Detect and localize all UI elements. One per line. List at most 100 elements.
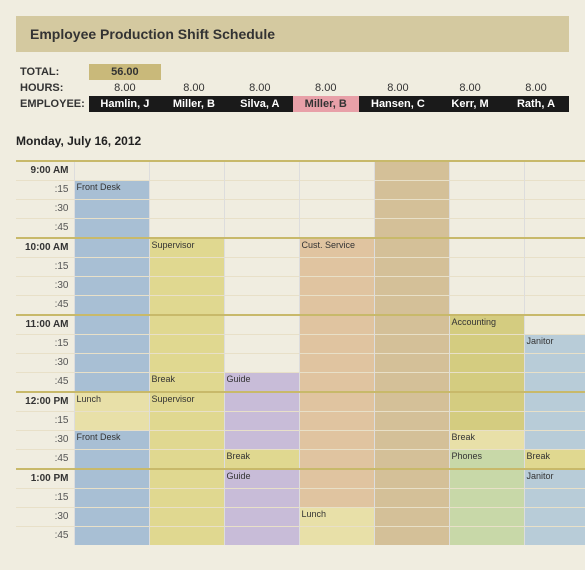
hours-col-2: 8.00 bbox=[161, 80, 227, 96]
grid-cell bbox=[299, 296, 374, 316]
grid-cell bbox=[299, 354, 374, 373]
grid-cell bbox=[449, 527, 524, 546]
grid-cell: Cust. Service bbox=[299, 238, 374, 258]
grid-cell bbox=[374, 469, 449, 489]
table-row: :15 Front Desk bbox=[16, 181, 585, 200]
grid-cell bbox=[149, 469, 224, 489]
grid-cell bbox=[524, 412, 585, 431]
grid-cell bbox=[299, 527, 374, 546]
grid-cell bbox=[299, 219, 374, 239]
hours-col-7: 8.00 bbox=[503, 80, 569, 96]
grid-cell: Phones bbox=[449, 450, 524, 470]
grid-cell bbox=[374, 412, 449, 431]
grid-cell bbox=[224, 335, 299, 354]
grid-cell: Janitor bbox=[524, 335, 585, 354]
hours-col-1: 8.00 bbox=[89, 80, 161, 96]
emp-silva: Silva, A bbox=[227, 96, 293, 112]
time-label: :15 bbox=[16, 181, 74, 200]
grid-cell bbox=[524, 238, 585, 258]
time-label: :30 bbox=[16, 200, 74, 219]
grid-cell bbox=[74, 238, 149, 258]
time-label: 11:00 AM bbox=[16, 315, 74, 335]
grid-cell bbox=[374, 238, 449, 258]
grid-cell bbox=[374, 296, 449, 316]
grid-cell bbox=[524, 219, 585, 239]
grid-cell bbox=[224, 315, 299, 335]
grid-cell bbox=[299, 431, 374, 450]
hours-col-4: 8.00 bbox=[293, 80, 359, 96]
grid-cell bbox=[374, 354, 449, 373]
grid-cell bbox=[374, 161, 449, 181]
grid-cell bbox=[449, 412, 524, 431]
time-label: :15 bbox=[16, 412, 74, 431]
grid-cell bbox=[74, 373, 149, 393]
grid-cell: Supervisor bbox=[149, 392, 224, 412]
time-label: :45 bbox=[16, 373, 74, 393]
table-row: :15 Janitor bbox=[16, 335, 585, 354]
time-label: :45 bbox=[16, 219, 74, 239]
grid-cell bbox=[224, 181, 299, 200]
grid-cell bbox=[524, 489, 585, 508]
grid-cell: Guide bbox=[224, 373, 299, 393]
table-row: 9:00 AM bbox=[16, 161, 585, 181]
hours-col-3: 8.00 bbox=[227, 80, 293, 96]
grid-cell bbox=[149, 200, 224, 219]
table-row: 10:00 AM Supervisor Cust. Service bbox=[16, 238, 585, 258]
grid-cell bbox=[224, 277, 299, 296]
grid-cell bbox=[449, 392, 524, 412]
grid-cell bbox=[524, 277, 585, 296]
total-value: 56.00 bbox=[89, 64, 161, 80]
time-label: :45 bbox=[16, 450, 74, 470]
grid-cell bbox=[149, 508, 224, 527]
grid-cell bbox=[74, 489, 149, 508]
total-label: TOTAL: bbox=[16, 64, 89, 80]
grid-cell bbox=[449, 200, 524, 219]
grid-cell bbox=[299, 315, 374, 335]
grid-cell bbox=[74, 200, 149, 219]
table-row: :15 bbox=[16, 489, 585, 508]
page-title: Employee Production Shift Schedule bbox=[16, 16, 569, 52]
emp-hamlin: Hamlin, J bbox=[89, 96, 161, 112]
grid-cell bbox=[224, 412, 299, 431]
grid-cell bbox=[224, 219, 299, 239]
table-row: 12:00 PM Lunch Supervisor bbox=[16, 392, 585, 412]
grid-cell bbox=[449, 373, 524, 393]
grid-cell bbox=[149, 412, 224, 431]
schedule-table: 9:00 AM :15 Front Desk bbox=[16, 160, 585, 545]
grid-cell bbox=[299, 200, 374, 219]
table-row: :15 bbox=[16, 412, 585, 431]
time-label: :15 bbox=[16, 335, 74, 354]
grid-cell bbox=[149, 450, 224, 470]
grid-cell bbox=[524, 296, 585, 316]
grid-cell bbox=[74, 527, 149, 546]
grid-cell bbox=[224, 508, 299, 527]
grid-cell bbox=[74, 219, 149, 239]
time-label: :30 bbox=[16, 431, 74, 450]
grid-cell bbox=[149, 219, 224, 239]
grid-cell bbox=[74, 161, 149, 181]
grid-cell: Guide bbox=[224, 469, 299, 489]
grid-cell bbox=[374, 373, 449, 393]
time-label: :30 bbox=[16, 277, 74, 296]
grid-cell bbox=[74, 335, 149, 354]
table-row: :45 bbox=[16, 296, 585, 316]
grid-cell bbox=[374, 489, 449, 508]
grid-cell bbox=[449, 258, 524, 277]
table-row: :30 bbox=[16, 277, 585, 296]
grid-cell bbox=[449, 469, 524, 489]
grid-cell bbox=[374, 219, 449, 239]
grid-cell bbox=[449, 161, 524, 181]
grid-cell bbox=[224, 527, 299, 546]
emp-kerr: Kerr, M bbox=[437, 96, 503, 112]
grid-cell bbox=[74, 450, 149, 470]
grid-cell bbox=[74, 296, 149, 316]
grid-cell bbox=[224, 296, 299, 316]
table-row: :45 Break Phones Break bbox=[16, 450, 585, 470]
grid-cell bbox=[524, 508, 585, 527]
grid-cell bbox=[524, 258, 585, 277]
grid-cell bbox=[74, 508, 149, 527]
grid-cell bbox=[524, 527, 585, 546]
grid-cell bbox=[74, 315, 149, 335]
time-label: 10:00 AM bbox=[16, 238, 74, 258]
hours-col-5: 8.00 bbox=[359, 80, 437, 96]
